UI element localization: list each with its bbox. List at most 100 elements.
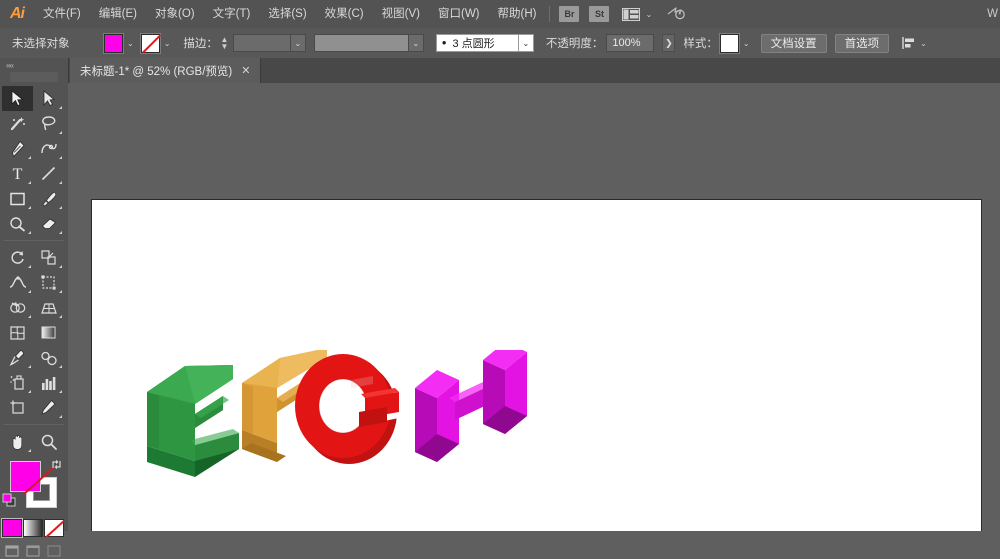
opacity-label: 不透明度：: [546, 35, 604, 51]
paintbrush-tool[interactable]: [33, 186, 64, 211]
menu-edit[interactable]: 编辑(E): [90, 0, 146, 28]
stroke-swatch[interactable]: [141, 34, 160, 53]
stroke-weight-input[interactable]: [233, 34, 291, 52]
tool-group-indicator-icon: [59, 106, 62, 109]
bridge-button[interactable]: Br: [559, 6, 579, 22]
slice-tool[interactable]: [33, 395, 64, 420]
artwork-3d-letters[interactable]: [137, 350, 537, 490]
symbol-sprayer-tool[interactable]: [2, 370, 33, 395]
stroke-weight-combo[interactable]: ⌄: [233, 34, 306, 52]
stroke-weight-stepper[interactable]: ▲▼: [220, 36, 229, 50]
variable-width-profile-chevron-down-icon[interactable]: ⌄: [409, 34, 424, 52]
opacity-input[interactable]: 100%: [606, 34, 654, 52]
fill-mode-none-button[interactable]: [44, 519, 64, 537]
column-graph-tool[interactable]: [33, 370, 64, 395]
rotate-tool[interactable]: [2, 245, 33, 270]
screen-mode-buttons: [2, 543, 66, 559]
window-right-partial-label: W: [987, 0, 998, 28]
workspace-chevron-down-icon[interactable]: ⌄: [645, 10, 652, 19]
tools-panel-drag-handle[interactable]: [10, 72, 58, 82]
mesh-tool[interactable]: [2, 320, 33, 345]
menu-type[interactable]: 文字(T): [204, 0, 260, 28]
close-icon[interactable]: ✕: [241, 64, 250, 77]
toolbar-fill-swatch[interactable]: [10, 461, 41, 492]
default-fill-stroke-icon[interactable]: [2, 493, 16, 510]
line-segment-tool[interactable]: [33, 161, 64, 186]
stroke-weight-label: 描边：: [183, 35, 218, 51]
tools-divider-2: [4, 424, 64, 425]
width-tool[interactable]: [2, 270, 33, 295]
style-label: 样式：: [683, 35, 718, 51]
menu-window[interactable]: 窗口(W): [429, 0, 489, 28]
hand-tool[interactable]: [2, 429, 33, 454]
opacity-expand-arrow-icon[interactable]: ❯: [662, 34, 675, 52]
menu-file[interactable]: 文件(F): [34, 0, 90, 28]
shaper-tool[interactable]: [2, 211, 33, 236]
variable-width-profile-input[interactable]: [314, 34, 409, 52]
zoom-tool[interactable]: [33, 429, 64, 454]
fill-mode-color-button[interactable]: [2, 519, 22, 537]
fill-swatch-group[interactable]: ⌄: [104, 34, 141, 53]
brush-definition-chevron-down-icon[interactable]: ⌄: [519, 34, 534, 52]
graphic-style-chevron-down-icon[interactable]: ⌄: [743, 39, 750, 48]
direct-selection-tool[interactable]: [33, 86, 64, 111]
stock-button[interactable]: St: [589, 6, 609, 22]
free-transform-tool[interactable]: [33, 270, 64, 295]
help-search-icon[interactable]: [666, 5, 686, 24]
brush-definition-value[interactable]: • 3 点圆形: [436, 34, 519, 52]
svg-text:T: T: [13, 166, 23, 182]
preferences-button[interactable]: 首选项: [835, 34, 890, 53]
tools-panel-collapse-icon[interactable]: ««: [0, 58, 68, 72]
screen-mode-fullscreen-menubar-icon[interactable]: [23, 543, 43, 559]
blend-tool[interactable]: [33, 345, 64, 370]
control-options-bar: 未选择对象 ⌄ ⌄ 描边： ▲▼ ⌄ ⌄ • 3 点圆形 ⌄ 不透: [0, 28, 1000, 59]
stroke-chevron-down-icon[interactable]: ⌄: [164, 39, 171, 48]
fill-chevron-down-icon[interactable]: ⌄: [127, 39, 134, 48]
align-objects-icon[interactable]: [901, 35, 917, 51]
menu-view[interactable]: 视图(V): [373, 0, 429, 28]
fill-mode-gradient-button[interactable]: [23, 519, 43, 537]
rectangle-tool[interactable]: [2, 186, 33, 211]
align-chevron-down-icon[interactable]: ⌄: [920, 39, 927, 48]
variable-width-profile-combo[interactable]: ⌄: [314, 34, 424, 52]
gradient-tool[interactable]: [33, 320, 64, 345]
shape-builder-tool[interactable]: [2, 295, 33, 320]
menu-effect[interactable]: 效果(C): [316, 0, 373, 28]
artboard[interactable]: [91, 199, 982, 531]
pen-tool[interactable]: [2, 136, 33, 161]
menu-select[interactable]: 选择(S): [259, 0, 315, 28]
letter-g-3d: [295, 354, 399, 464]
scale-tool[interactable]: [33, 245, 64, 270]
fill-stroke-indicator: [2, 457, 66, 515]
document-tab[interactable]: 未标题-1* @ 52% (RGB/预览) ✕: [70, 58, 261, 83]
tool-group-indicator-icon: [28, 231, 31, 234]
menu-help[interactable]: 帮助(H): [489, 0, 546, 28]
type-tool[interactable]: T: [2, 161, 33, 186]
curvature-tool[interactable]: [33, 136, 64, 161]
menu-object[interactable]: 对象(O): [146, 0, 204, 28]
fill-swatch[interactable]: [104, 34, 123, 53]
tool-group-indicator-icon: [28, 449, 31, 452]
screen-mode-fullscreen-icon[interactable]: [44, 543, 64, 559]
document-setup-button[interactable]: 文档设置: [761, 34, 827, 53]
canvas-area[interactable]: [68, 83, 1000, 531]
tool-group-indicator-icon: [59, 290, 62, 293]
brush-definition-combo[interactable]: • 3 点圆形 ⌄: [436, 34, 534, 52]
selection-tool[interactable]: [2, 86, 33, 111]
stroke-weight-chevron-down-icon[interactable]: ⌄: [291, 34, 306, 52]
swap-fill-stroke-icon[interactable]: [50, 458, 63, 474]
stroke-swatch-group[interactable]: ⌄: [141, 34, 178, 53]
eraser-tool[interactable]: [33, 211, 64, 236]
selection-status-label: 未选择对象: [12, 35, 98, 51]
lasso-tool[interactable]: [33, 111, 64, 136]
tool-group-indicator-icon: [28, 315, 31, 318]
artboard-tool[interactable]: [2, 395, 33, 420]
tool-group-indicator-icon: [59, 231, 62, 234]
magic-wand-tool[interactable]: [2, 111, 33, 136]
graphic-style-combo[interactable]: ⌄: [720, 34, 757, 53]
workspace-layout-icon[interactable]: [620, 7, 642, 22]
perspective-grid-tool[interactable]: [33, 295, 64, 320]
screen-mode-normal-icon[interactable]: [2, 543, 22, 559]
graphic-style-swatch[interactable]: [720, 34, 739, 53]
eyedropper-tool[interactable]: [2, 345, 33, 370]
